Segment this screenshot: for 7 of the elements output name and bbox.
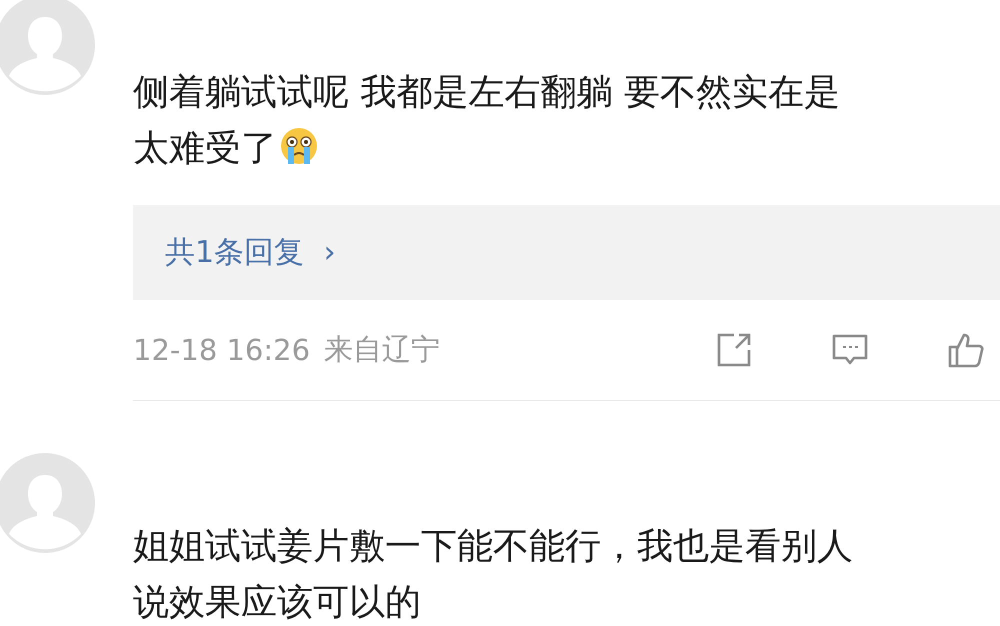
- comment-location: 来自辽宁: [324, 331, 440, 368]
- comment-time: 12-18 16:26: [133, 333, 310, 367]
- comment-text: 姐姐试试姜片敷一下能不能行，我也是看别人: [133, 526, 853, 567]
- comment-text: 侧着躺试试呢 我都是左右翻躺 要不然实在是: [133, 72, 840, 113]
- comment-text: 太难受了: [133, 128, 277, 169]
- comment-text: 说效果应该可以的: [133, 582, 421, 623]
- replies-link[interactable]: 共1条回复 ›: [133, 205, 1000, 300]
